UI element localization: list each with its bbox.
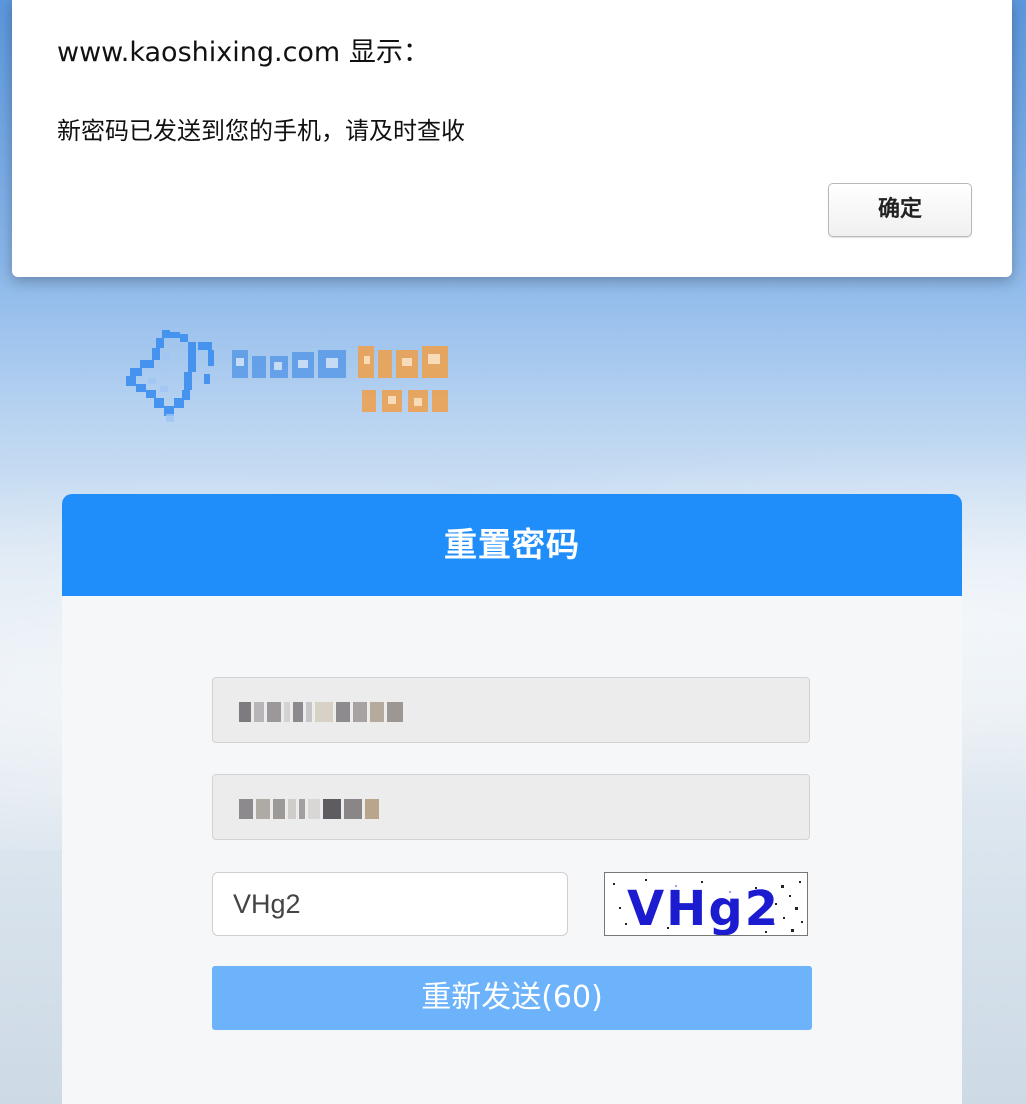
sms-code-field[interactable]	[212, 774, 810, 840]
phone-field[interactable]	[212, 677, 810, 743]
captcha-image[interactable]: VHg2	[604, 872, 808, 936]
captcha-text: VHg2	[627, 881, 780, 936]
dialog-title: www.kaoshixing.com 显示：	[57, 37, 430, 68]
resend-button[interactable]: 重新发送(60)	[212, 966, 812, 1030]
masked-code-value	[239, 799, 379, 819]
site-logo	[126, 328, 456, 430]
alert-dialog: www.kaoshixing.com 显示： 新密码已发送到您的手机，请及时查收…	[12, 0, 1012, 277]
reset-password-card: 重置密码 VHg2 VHg2 重新发送(60)	[62, 494, 962, 1104]
masked-phone-value	[239, 702, 403, 722]
logo-star-icon	[126, 330, 448, 422]
captcha-input[interactable]	[212, 872, 568, 936]
dialog-ok-button[interactable]: 确定	[828, 183, 972, 237]
card-title: 重置密码	[444, 525, 580, 564]
card-header: 重置密码	[62, 494, 962, 596]
dialog-message: 新密码已发送到您的手机，请及时查收	[57, 117, 465, 145]
